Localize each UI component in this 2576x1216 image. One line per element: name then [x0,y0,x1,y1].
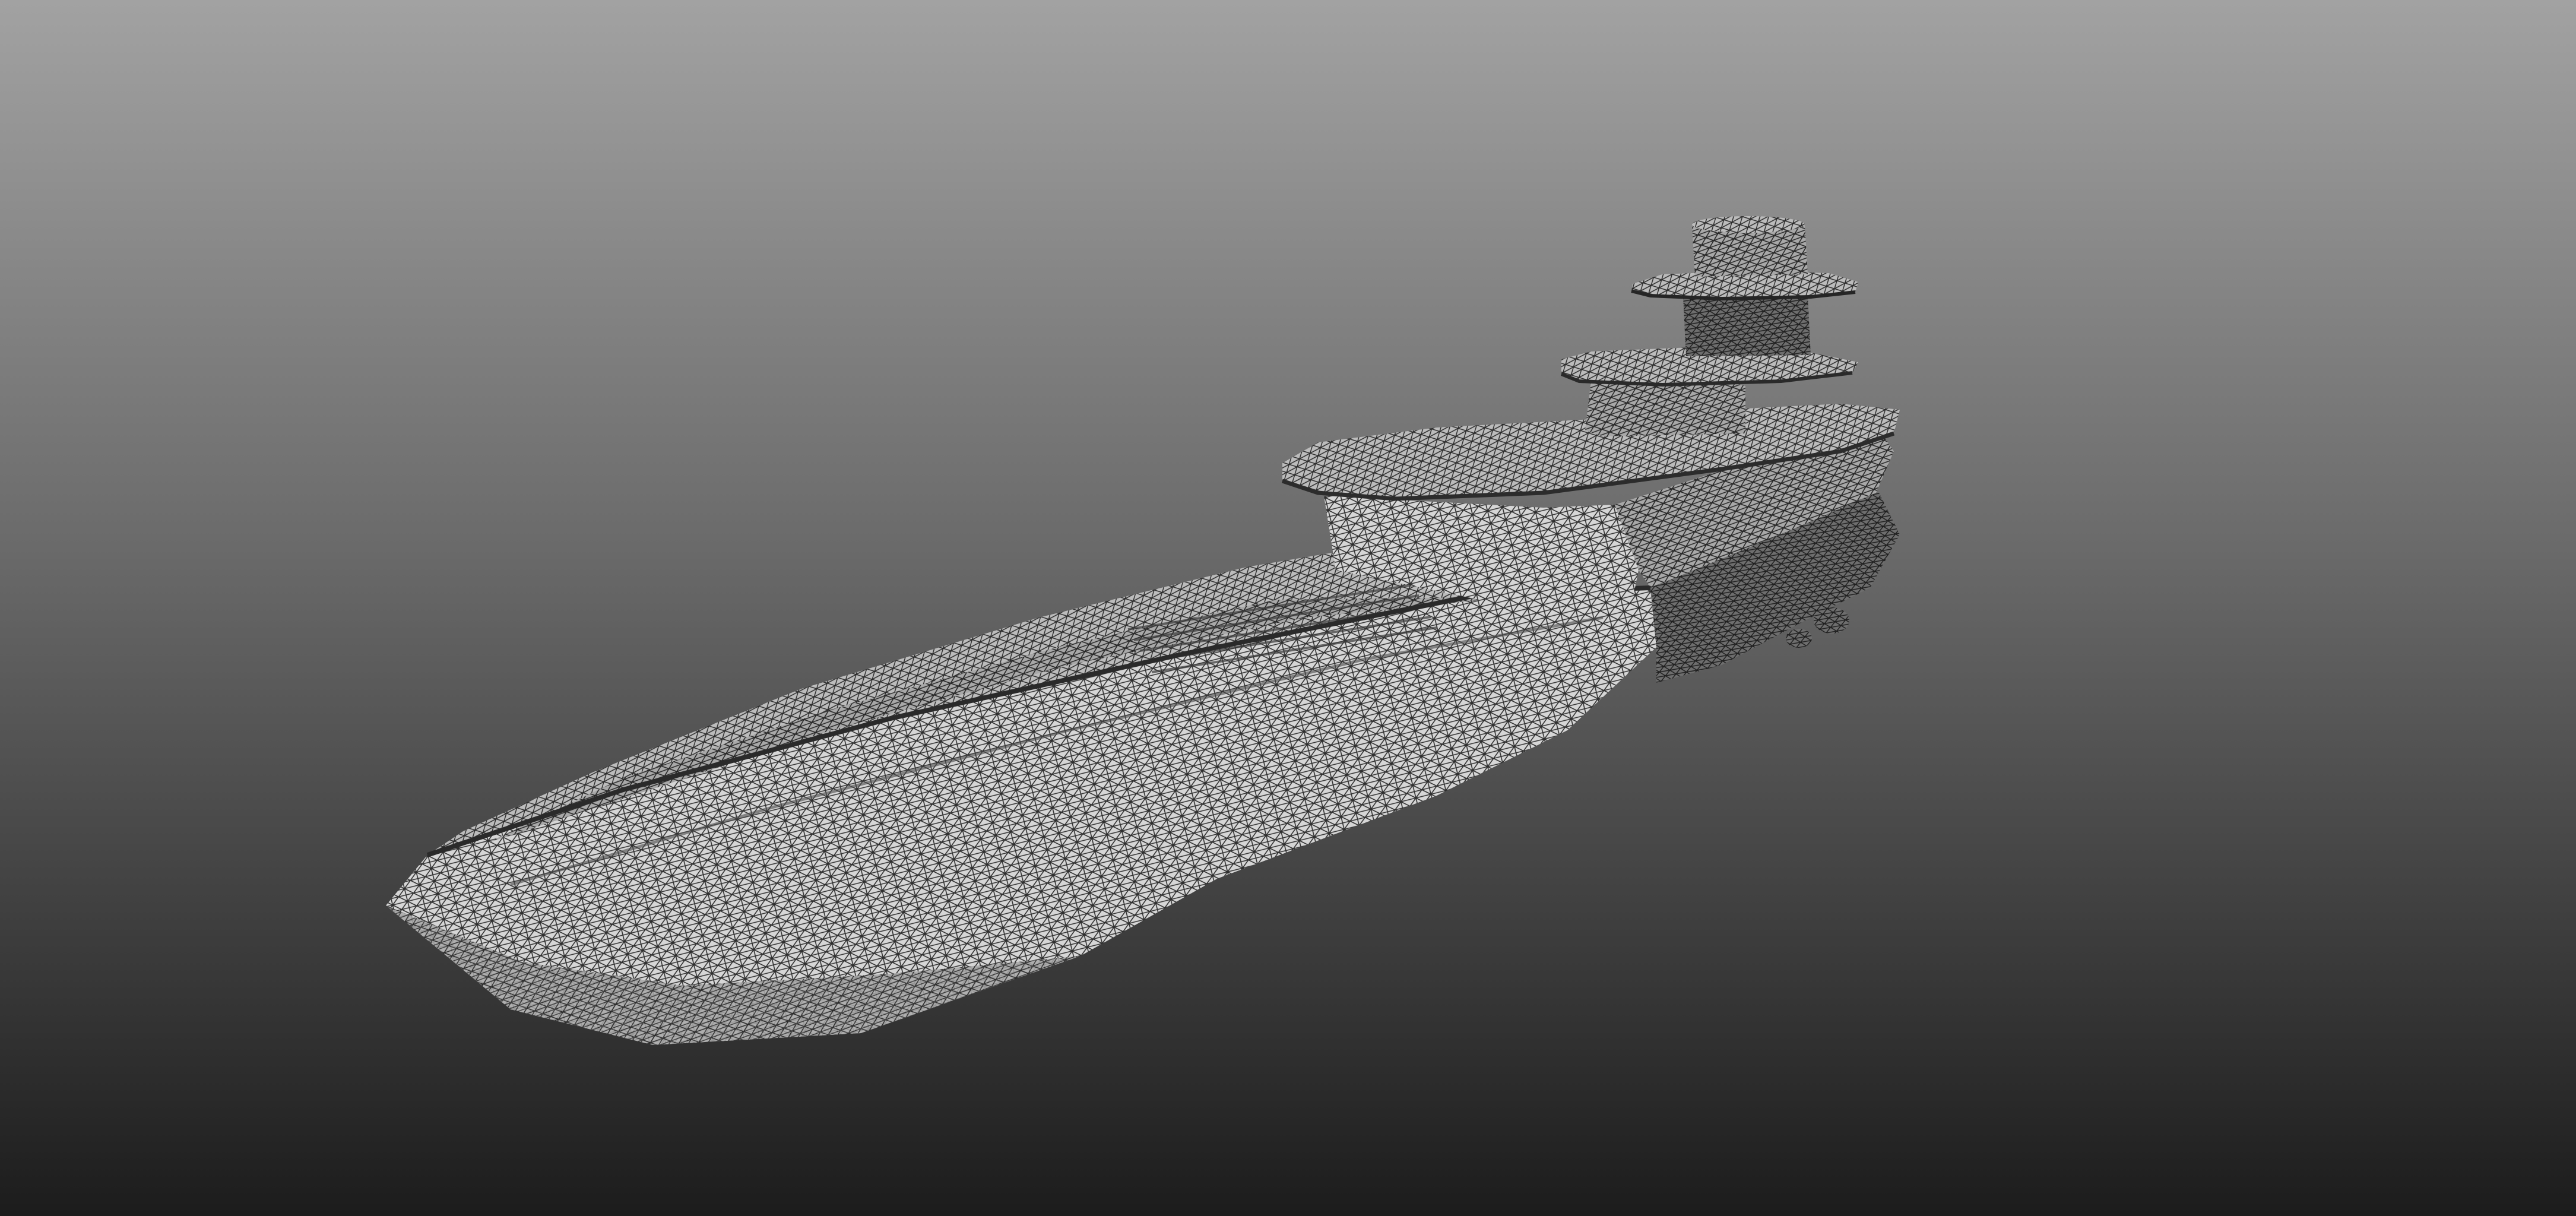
stern-fitting [1786,629,1812,648]
upper-structure [1585,380,1745,436]
viewport-canvas[interactable] [0,0,2576,1216]
3d-viewport[interactable] [0,0,2576,1216]
mast-top-cap [1692,216,1805,233]
mast-column [1683,297,1811,356]
stern-fitting [1814,607,1849,634]
